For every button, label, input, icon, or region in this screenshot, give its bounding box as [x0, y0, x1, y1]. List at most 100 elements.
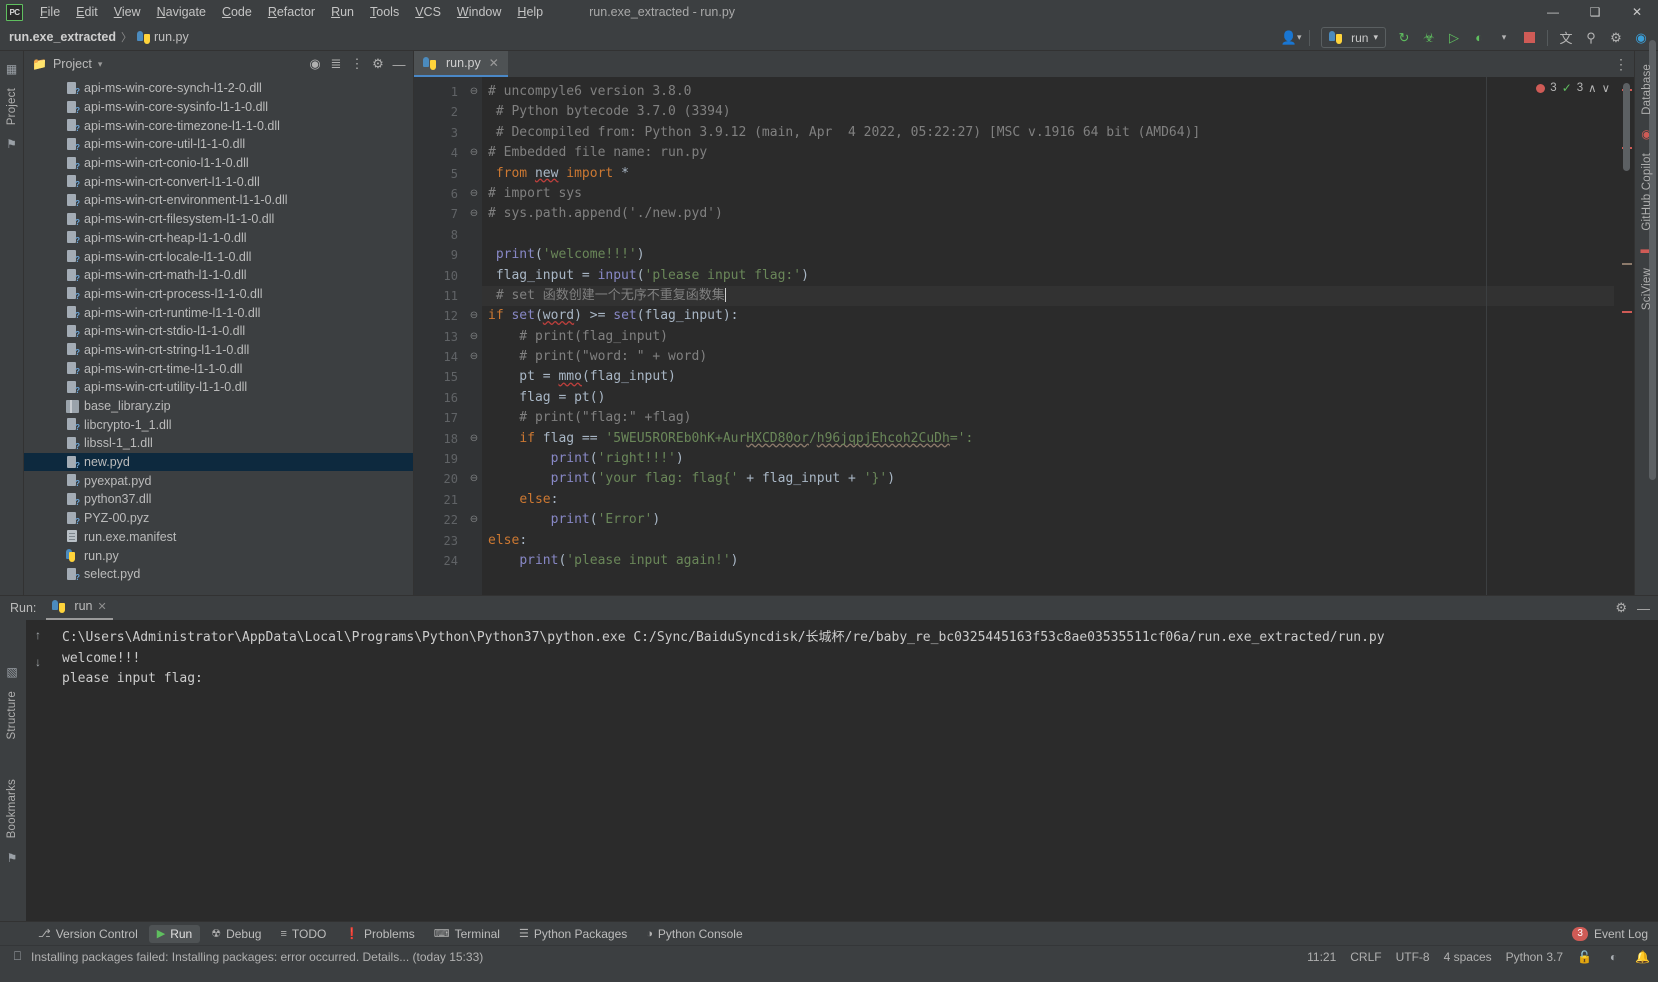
code-line[interactable]: # print("flag:" +flag)	[482, 408, 1614, 428]
toolwindow-button-run[interactable]: ▶ Run	[148, 924, 201, 943]
code-line[interactable]: print('welcome!!!')	[482, 245, 1614, 265]
profile-chevron-down-icon[interactable]: ▾	[1493, 27, 1515, 49]
event-log-button[interactable]: 3 Event Log	[1572, 926, 1648, 941]
rail-item-bookmarks[interactable]: Bookmarks	[6, 772, 18, 845]
collapse-all-icon[interactable]: ≣	[326, 54, 346, 74]
fold-marker-icon[interactable]: ⊖	[466, 469, 482, 489]
menu-item-edit[interactable]: Edit	[68, 3, 106, 21]
tree-node[interactable]: pyexpat.pyd	[24, 471, 413, 490]
file-encoding[interactable]: UTF-8	[1396, 950, 1430, 964]
menu-item-navigate[interactable]: Navigate	[149, 3, 214, 21]
code-line[interactable]: pt = mmo(flag_input)	[482, 367, 1614, 387]
tree-node[interactable]: api-ms-win-crt-environment-l1-1-0.dll	[24, 191, 413, 210]
menu-item-refactor[interactable]: Refactor	[260, 3, 323, 21]
tree-node[interactable]: select.pyd	[24, 565, 413, 584]
tree-node-selected[interactable]: new.pyd	[24, 452, 413, 472]
tree-node[interactable]: run.exe.manifest	[24, 528, 413, 547]
rail-item-sciview[interactable]: SciView	[1641, 261, 1653, 317]
next-problem-icon[interactable]: ∨	[1602, 81, 1610, 95]
menu-item-help[interactable]: Help	[509, 3, 551, 21]
tree-node[interactable]: api-ms-win-crt-string-l1-1-0.dll	[24, 341, 413, 360]
minimize-button[interactable]: —	[1532, 0, 1574, 24]
warning-marker[interactable]	[1622, 263, 1632, 265]
rail-item-project[interactable]: Project	[6, 81, 18, 132]
toolwindow-button-version-control[interactable]: ⎇ Version Control	[30, 925, 146, 943]
inspection-widget[interactable]: 3 ✓ 3 ∧ ∨	[1536, 81, 1610, 95]
editor-scrollbar[interactable]	[1623, 83, 1630, 171]
fold-marker-icon[interactable]: ⊖	[466, 204, 482, 224]
debug-icon[interactable]: ☣	[1418, 27, 1440, 49]
prev-problem-icon[interactable]: ∧	[1588, 81, 1596, 95]
settings-icon[interactable]: ⚙	[368, 54, 388, 74]
code-line[interactable]: if flag == '5WEU5ROREb0hK+AurHXCD80or/h9…	[482, 429, 1614, 449]
menu-item-tools[interactable]: Tools	[362, 3, 407, 21]
inspection-icon[interactable]: ◐	[1606, 949, 1621, 964]
breadcrumb-file[interactable]: run.py	[154, 30, 189, 44]
tree-node[interactable]: api-ms-win-core-synch-l1-2-0.dll	[24, 79, 413, 98]
tree-node[interactable]: PYZ-00.pyz	[24, 509, 413, 528]
settings-gear-icon[interactable]: ⚙	[1605, 27, 1627, 49]
menu-item-run[interactable]: Run	[323, 3, 362, 21]
code-line[interactable]: # Decompiled from: Python 3.9.12 (main, …	[482, 123, 1614, 143]
project-title-group[interactable]: 📁 Project ▾	[32, 57, 102, 71]
caret-position[interactable]: 11:21	[1307, 950, 1336, 964]
hide-icon[interactable]: —	[1637, 601, 1650, 616]
translate-icon[interactable]: 文	[1555, 27, 1577, 49]
menu-item-vcs[interactable]: VCS	[407, 3, 449, 21]
code-line[interactable]: # uncompyle6 version 3.8.0	[482, 82, 1614, 102]
code-line[interactable]: # import sys	[482, 184, 1614, 204]
tree-node[interactable]: api-ms-win-crt-runtime-l1-1-0.dll	[24, 303, 413, 322]
tree-node[interactable]: api-ms-win-crt-locale-l1-1-0.dll	[24, 247, 413, 266]
menu-item-view[interactable]: View	[106, 3, 149, 21]
run-configuration-selector[interactable]: run ▾	[1321, 27, 1386, 48]
tree-node[interactable]: libssl-1_1.dll	[24, 434, 413, 453]
toolwindow-button-todo[interactable]: ≡ TODO	[272, 925, 334, 943]
tree-node[interactable]: api-ms-win-crt-conio-l1-1-0.dll	[24, 154, 413, 173]
lock-icon[interactable]: 🔓	[1577, 949, 1592, 964]
tree-node[interactable]: api-ms-win-crt-math-l1-1-0.dll	[24, 266, 413, 285]
indent-setting[interactable]: 4 spaces	[1444, 950, 1492, 964]
toolwindow-button-terminal[interactable]: ⌨ Terminal	[426, 925, 508, 943]
scroll-up-icon[interactable]: ↑	[30, 626, 47, 643]
python-interpreter[interactable]: Python 3.7	[1506, 950, 1563, 964]
close-icon[interactable]: ✕	[489, 56, 499, 70]
tree-node[interactable]: libcrypto-1_1.dll	[24, 415, 413, 434]
toolwindow-button-debug[interactable]: ☢ Debug	[203, 925, 269, 943]
tree-node[interactable]: api-ms-win-crt-utility-l1-1-0.dll	[24, 378, 413, 397]
menu-item-window[interactable]: Window	[449, 3, 509, 21]
code-line[interactable]: print('please input again!')	[482, 551, 1614, 571]
error-marker[interactable]	[1622, 311, 1632, 313]
project-panel-icon[interactable]: ▦	[4, 61, 20, 77]
fold-marker-icon[interactable]: ⊖	[466, 429, 482, 449]
rail-item-copilot[interactable]: GitHub Copilot	[1641, 146, 1653, 238]
run-console-output[interactable]: C:\Users\Administrator\AppData\Local\Pro…	[50, 620, 1658, 921]
hide-icon[interactable]: —	[389, 54, 409, 74]
tree-node[interactable]: api-ms-win-crt-convert-l1-1-0.dll	[24, 172, 413, 191]
fold-marker-icon[interactable]: ⊖	[466, 184, 482, 204]
code-line[interactable]: print('right!!!')	[482, 449, 1614, 469]
user-icon[interactable]: 👤 ▾	[1280, 27, 1302, 49]
close-button[interactable]: ✕	[1616, 0, 1658, 24]
profile-icon[interactable]: ◐	[1468, 27, 1490, 49]
editor-tab-options-icon[interactable]: ⋮	[1614, 51, 1628, 77]
rail-item-database[interactable]: Database	[1641, 57, 1653, 122]
code-line[interactable]: # Python bytecode 3.7.0 (3394)	[482, 102, 1614, 122]
notifications-icon[interactable]: 🔔	[1635, 949, 1650, 964]
tree-node[interactable]: api-ms-win-crt-process-l1-1-0.dll	[24, 285, 413, 304]
code-line[interactable]: print('Error')	[482, 510, 1614, 530]
locate-icon[interactable]: ◉	[305, 54, 325, 74]
coverage-icon[interactable]: ▷	[1443, 27, 1465, 49]
expand-icon[interactable]: ⋮	[347, 54, 367, 74]
code-line[interactable]: # set 函数创建一个无序不重复函数集	[482, 285, 1614, 307]
error-marker-stripe[interactable]	[1614, 77, 1634, 595]
fold-marker-icon[interactable]: ⊖	[466, 347, 482, 367]
code-line[interactable]: flag = pt()	[482, 388, 1614, 408]
code-line[interactable]: flag_input = input('please input flag:')	[482, 266, 1614, 286]
fold-marker-icon[interactable]: ⊖	[466, 510, 482, 530]
toolwindow-button-python-console[interactable]: ◑ Python Console	[638, 925, 750, 943]
scroll-down-icon[interactable]: ↓	[30, 653, 47, 670]
run-session-tab[interactable]: run ✕	[46, 596, 113, 620]
fold-marker-icon[interactable]: ⊖	[466, 306, 482, 326]
code-line[interactable]: print('your flag: flag{' + flag_input + …	[482, 469, 1614, 489]
code-editor[interactable]: 3 ✓ 3 ∧ ∨ 1 2 3 4 5 6 7 8 9 10 11 12 13 14 15 16 17 18 19 2…	[414, 77, 1634, 595]
